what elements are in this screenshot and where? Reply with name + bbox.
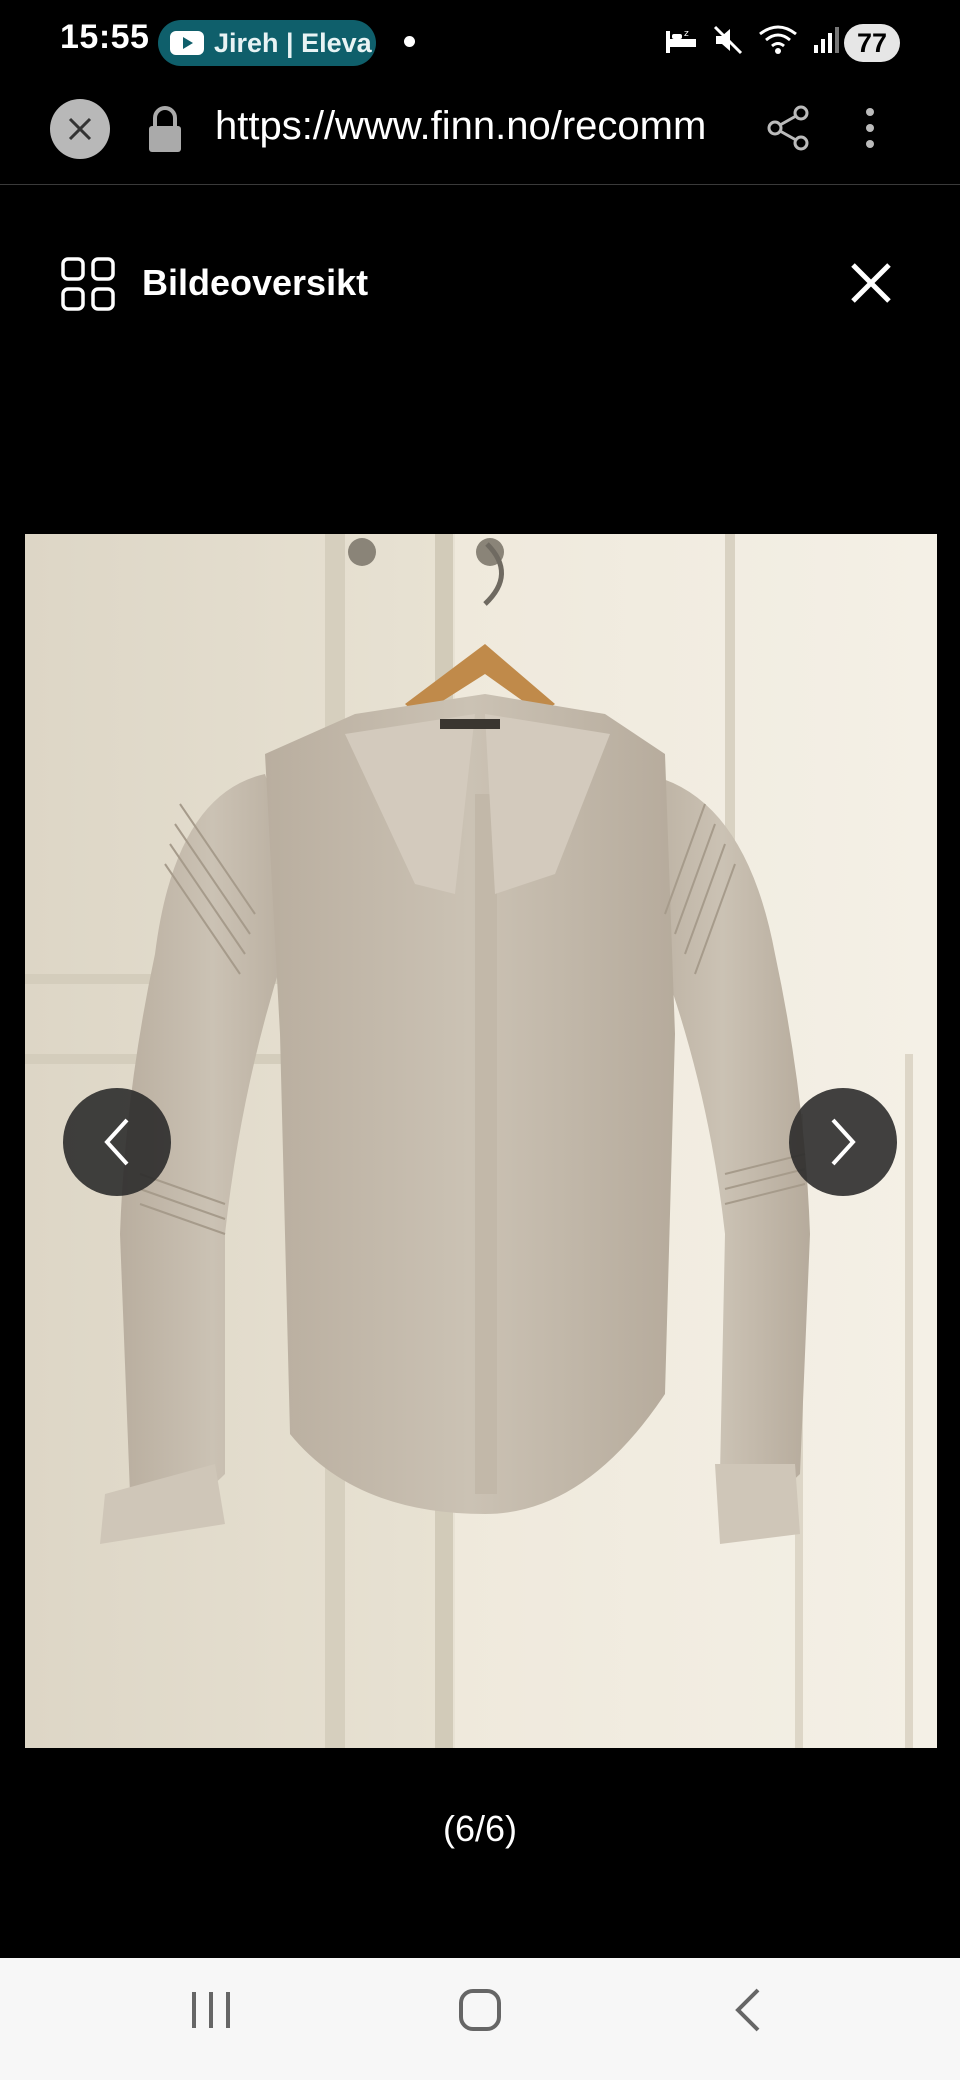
browser-toolbar: https://www.finn.no/recomm	[0, 86, 960, 185]
recents-icon[interactable]	[188, 1986, 234, 2034]
battery-indicator: 77	[844, 24, 900, 62]
media-title: Jireh | Eleva	[214, 27, 372, 58]
home-icon[interactable]	[456, 1986, 504, 2034]
wifi-icon	[759, 25, 797, 54]
sleep-icon: z	[666, 29, 696, 53]
previous-image-button[interactable]	[63, 1088, 171, 1196]
system-navigation-bar	[0, 1958, 960, 2080]
back-icon[interactable]	[730, 1986, 766, 2034]
next-image-button[interactable]	[789, 1088, 897, 1196]
chevron-right-icon	[831, 1118, 856, 1166]
url-field[interactable]: https://www.finn.no/recomm	[215, 104, 735, 149]
youtube-icon	[170, 31, 204, 55]
status-icons: z	[664, 24, 840, 56]
lock-icon[interactable]	[145, 104, 185, 154]
image-counter: (6/6)	[442, 1808, 518, 1849]
image-viewer-header: Bildeoversikt	[0, 240, 960, 330]
media-notification-pill[interactable]: Jireh | Eleva	[158, 20, 376, 66]
grid-icon[interactable]	[60, 256, 116, 312]
chevron-left-icon	[104, 1118, 129, 1166]
share-icon[interactable]	[765, 104, 811, 152]
close-tab-button[interactable]	[50, 99, 110, 159]
more-vert-icon[interactable]	[862, 104, 878, 152]
svg-text:z: z	[684, 29, 689, 39]
close-icon[interactable]	[846, 258, 896, 308]
status-time: 15:55	[60, 18, 150, 56]
image-overview-button[interactable]: Bildeoversikt	[142, 262, 368, 304]
notification-dot	[404, 36, 415, 47]
mute-icon	[713, 25, 743, 55]
status-bar: 15:55 Jireh | Eleva z 77	[0, 0, 960, 86]
signal-icon	[814, 27, 839, 53]
close-icon	[68, 117, 92, 141]
